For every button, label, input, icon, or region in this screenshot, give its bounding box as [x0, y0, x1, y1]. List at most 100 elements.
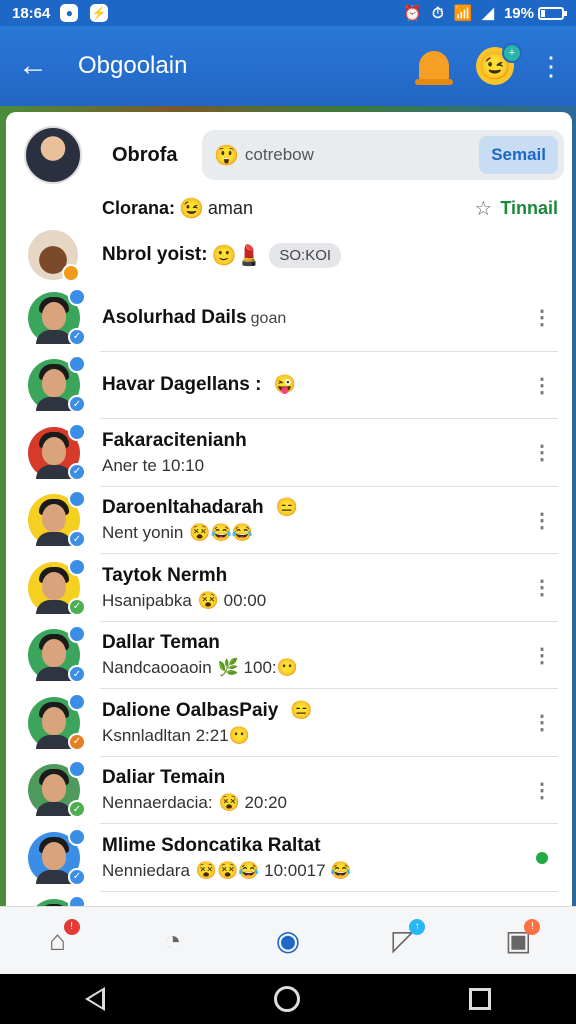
- group-badge-icon: [62, 264, 80, 282]
- avatar-face: [42, 301, 66, 330]
- chat-list-item[interactable]: ✓ Taytok Nermh Hsanipabka 😵 00:00 ⋮: [6, 554, 572, 622]
- chat-list-item[interactable]: ✓ Fakaracitenianh Aner te 10:10 ⋮: [6, 419, 572, 487]
- more-vertical-icon[interactable]: ⋮: [538, 51, 564, 82]
- group-emoji-icon: 🙂💄: [211, 244, 262, 267]
- chat-icon[interactable]: ◸ ↑: [381, 918, 426, 963]
- contact-name-text: Fakaracitenianh: [102, 429, 247, 451]
- avatar-shirt: [36, 667, 72, 682]
- contact-avatar[interactable]: ✓: [28, 625, 86, 684]
- message-preview: Aner te 10:10: [102, 456, 532, 476]
- verified-badge-icon: ✓: [68, 867, 86, 886]
- verified-badge-icon: ✓: [68, 327, 86, 346]
- search-input[interactable]: 😲 cotrebow Semail: [202, 130, 564, 180]
- bottom-nav: ⌂! ◔ ◉ ◸ ↑ ▣!: [0, 906, 576, 974]
- contact-name-text: Taytok Nermh: [102, 564, 228, 586]
- message-preview-extra: 🌿 100:😶: [217, 658, 298, 678]
- contact-emoji-icon: 😑: [275, 497, 298, 518]
- clock-icon: ⏱: [432, 4, 444, 22]
- more-vertical-icon[interactable]: ⋮: [532, 710, 552, 735]
- avatar-shirt: [36, 869, 72, 884]
- message-preview: Nandcaooaoin 🌿 100:😶: [102, 658, 532, 678]
- group-row[interactable]: Nbrol yoist: 🙂💄 SO:KOI: [6, 228, 572, 282]
- more-vertical-icon[interactable]: ⋮: [532, 778, 552, 803]
- chat-list-item[interactable]: ✓ Mlime Sdoncatika Raltat Nenniedara 😵😵😂 …: [6, 824, 572, 892]
- system-recents-icon[interactable]: [469, 988, 492, 1010]
- message-preview: Ksnnladltan 2:21😶: [102, 726, 532, 746]
- message-preview-text: Ksnnladltan 2:21😶: [102, 725, 250, 745]
- chat-list-item[interactable]: ✓ Asolurhad Dails goan ⋮: [6, 284, 572, 352]
- messenger-badge-icon: [68, 355, 86, 374]
- search-icon-glyph: ◉: [275, 925, 301, 956]
- battery-percent: 19%: [503, 4, 534, 22]
- verified-badge-icon: ✓: [68, 732, 86, 751]
- status-emoji-icon[interactable]: 😉 +: [476, 43, 522, 85]
- message-preview-extra: 😵 20:20: [218, 793, 288, 813]
- contact-avatar[interactable]: ✓: [28, 760, 86, 819]
- app-title: Obgoolain: [78, 52, 188, 79]
- more-vertical-icon[interactable]: ⋮: [532, 305, 552, 330]
- chat-text: Dalione OalbasPaiy 😑 Ksnnladltan 2:21😶: [102, 700, 532, 746]
- wifi-icon: 📶: [453, 5, 473, 22]
- info-label: Clorana:: [102, 197, 176, 218]
- chat-text: Fakaracitenianh Aner te 10:10: [102, 430, 532, 476]
- chat-list-item[interactable]: ✓ Dalione OalbasPaiy 😑 Ksnnladltan 2:21😶 …: [6, 689, 572, 757]
- system-nav-bar: [0, 974, 576, 1024]
- profile-row: Obrofa 😲 cotrebow Semail: [6, 122, 572, 188]
- info-row: Clorana: 😉 aman ☆ Tinnail: [6, 188, 572, 228]
- contact-avatar[interactable]: ✓: [28, 557, 86, 616]
- messenger-badge-icon: [68, 287, 86, 306]
- group-label: Nbrol yoist:: [102, 244, 208, 265]
- contact-avatar[interactable]: ✓: [28, 490, 86, 549]
- chat-text: Daliar Temain Nennaerdacia: 😵 20:20: [102, 767, 532, 813]
- home-icon[interactable]: ⌂!: [36, 918, 80, 963]
- contact-emoji-icon: 😑: [290, 699, 313, 720]
- star-icon[interactable]: ☆: [474, 196, 492, 221]
- search-emoji-icon: 😲: [214, 144, 239, 167]
- avatar-face: [42, 706, 66, 735]
- chat-list-item[interactable]: ✓ Daliar Temain Nennaerdacia: 😵 20:20 ⋮: [6, 757, 572, 825]
- chat-text: Dallar Teman Nandcaooaoin 🌿 100:😶: [102, 632, 532, 678]
- messenger-badge-icon: [68, 557, 86, 576]
- nav-badge: !: [524, 918, 541, 935]
- more-vertical-icon[interactable]: ⋮: [532, 508, 552, 533]
- more-vertical-icon[interactable]: ⋮: [532, 373, 552, 398]
- chat-text: Daroenltahadarah 😑 Nent yonin 😵😂😂: [102, 497, 532, 543]
- message-preview-extra: 😵😂😂: [189, 523, 253, 543]
- friend-link[interactable]: Tinnail: [500, 198, 558, 219]
- search-icon[interactable]: ◉: [266, 919, 310, 963]
- profile-avatar[interactable]: [24, 126, 82, 184]
- contact-name-text: Havar Dagellans :: [102, 374, 262, 396]
- contact-emoji-icon: 😜: [273, 374, 296, 395]
- info-emoji-icon: 😉: [179, 197, 204, 220]
- search-text: cotrebow: [244, 145, 314, 164]
- signal-icon: ◢: [482, 5, 494, 22]
- message-preview-text: Nenniedara: [102, 860, 190, 880]
- contact-avatar[interactable]: ✓: [28, 827, 86, 886]
- more-vertical-icon[interactable]: ⋮: [532, 440, 552, 465]
- contact-avatar[interactable]: ✓: [28, 692, 86, 751]
- system-home-icon[interactable]: [273, 986, 300, 1012]
- message-preview: Hsanipabka 😵 00:00: [102, 591, 532, 611]
- chat-list-item[interactable]: ✓ Havar Dagellans : 😜 ⋮: [6, 352, 572, 420]
- contact-name-text: Dallar Teman: [102, 632, 220, 654]
- contact-avatar[interactable]: ✓: [28, 355, 86, 414]
- bell-icon[interactable]: [414, 46, 454, 86]
- chat-text: Taytok Nermh Hsanipabka 😵 00:00: [102, 565, 532, 611]
- avatar-shirt: [36, 397, 72, 412]
- more-vertical-icon[interactable]: ⋮: [532, 575, 552, 600]
- contact-name-text: Dalione OalbasPaiy: [102, 699, 279, 721]
- messenger-icon: ⚡: [90, 4, 109, 22]
- history-icon[interactable]: ◔: [151, 919, 195, 963]
- system-back-icon[interactable]: [84, 987, 105, 1011]
- message-preview: Nenniedara 😵😵😂 10:0017 😂: [102, 861, 536, 881]
- verified-badge-icon: ✓: [68, 462, 86, 481]
- messenger-badge-icon: [68, 827, 86, 846]
- search-button[interactable]: Semail: [479, 136, 558, 174]
- more-vertical-icon[interactable]: ⋮: [532, 643, 552, 668]
- chat-list-item[interactable]: ✓ Daroenltahadarah 😑 Nent yonin 😵😂😂 ⋮: [6, 487, 572, 555]
- contact-avatar[interactable]: ✓: [28, 422, 86, 481]
- profile-icon[interactable]: ▣!: [496, 918, 541, 963]
- chat-list-item[interactable]: ✓ Dallar Teman Nandcaooaoin 🌿 100:😶 ⋮: [6, 622, 572, 690]
- back-arrow-icon[interactable]: ←: [18, 49, 58, 83]
- contact-avatar[interactable]: ✓: [28, 287, 86, 346]
